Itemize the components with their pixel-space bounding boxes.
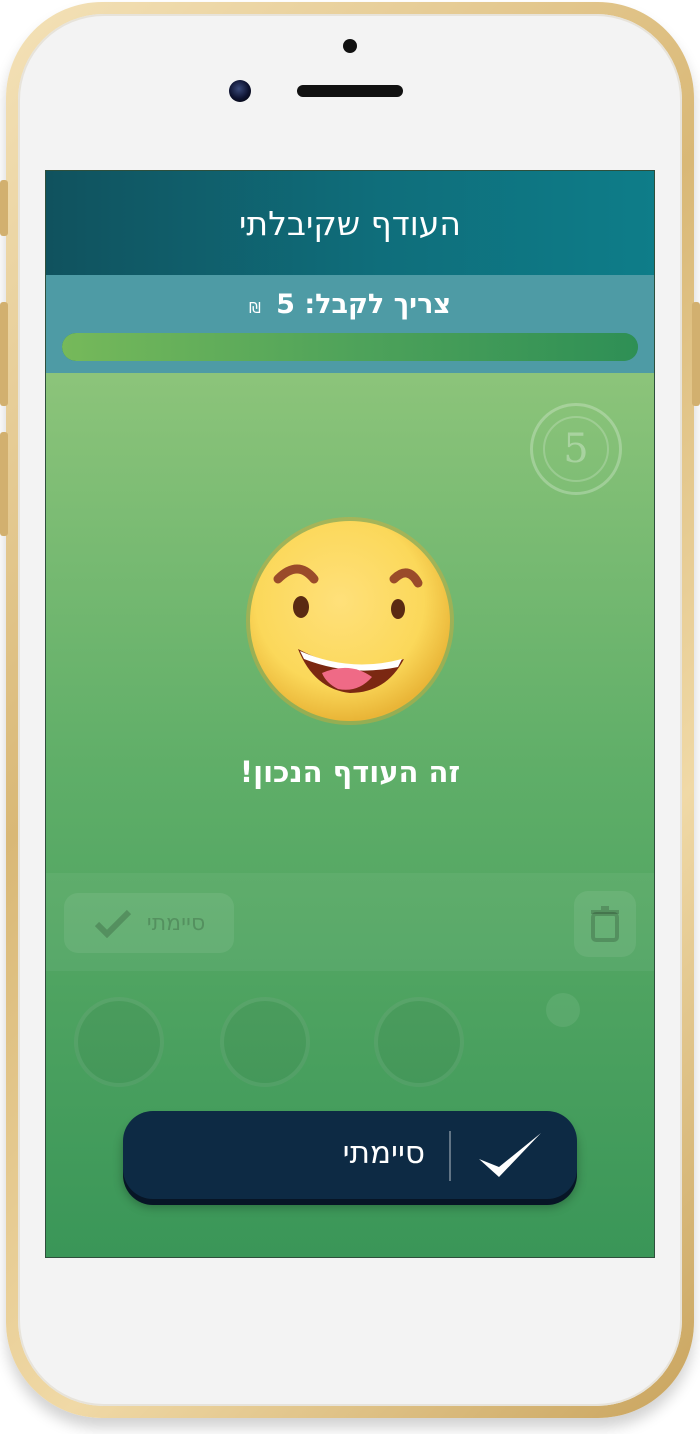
coin-icon: 5 [530,403,622,495]
background-toolbar: סיימתי [46,873,654,971]
power-button [692,302,700,406]
status-bar: צריך לקבל: 5 ₪ [46,275,654,373]
need-label: צריך לקבל: [304,289,452,320]
button-divider [449,1131,451,1181]
done-button-label: סיימתי [342,1135,425,1171]
background-money-row [46,993,654,1103]
background-done-button: סיימתי [64,893,234,953]
need-to-receive: צריך לקבל: 5 ₪ [46,289,654,320]
front-camera [229,80,251,102]
check-icon [94,909,131,938]
volume-down-button [0,432,8,536]
earpiece-speaker [297,85,403,97]
need-amount: 5 [276,289,295,320]
progress-bar [62,333,638,361]
currency-symbol: ₪ [248,299,261,317]
progress-fill [62,333,638,361]
coin-value: 5 [563,426,589,472]
success-message: זה העודף הנכון! [239,755,461,789]
app-screen: העודף שקיבלתי צריך לקבל: 5 ₪ 5 זה העודף … [45,170,655,1258]
background-coin-slot [374,997,464,1087]
proximity-sensor [343,39,357,53]
background-dot [546,993,580,1027]
volume-up-button [0,302,8,406]
app-header: העודף שקיבלתי [46,171,654,275]
background-coin-slot [220,997,310,1087]
happy-face-icon [246,517,454,725]
background-coin-slot [74,997,164,1087]
done-button[interactable]: סיימתי [123,1111,577,1199]
page-title: העודף שקיבלתי [239,203,461,243]
trash-icon [574,891,636,957]
check-icon [479,1133,541,1177]
background-done-label: סיימתי [146,910,206,936]
main-content: 5 זה העודף הנכון! סיימתי סיימתי [46,373,654,1257]
mute-switch [0,180,8,236]
